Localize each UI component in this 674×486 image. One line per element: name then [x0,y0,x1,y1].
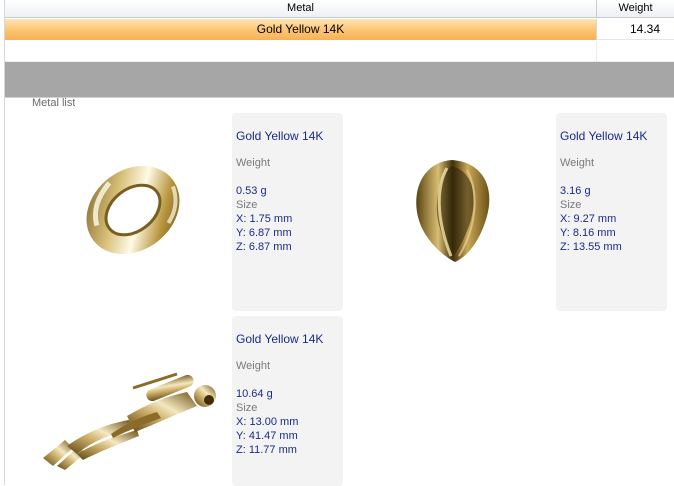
item-size-label: Size [236,402,258,414]
metal-grid: Metal Weight Gold Yellow 14K 14.34 [5,0,674,62]
item-weight: 3.16 g [560,185,591,197]
item-size-y: Y: 41.47 mm [236,430,298,442]
item-weight: 0.53 g [236,185,267,197]
table-row[interactable]: Gold Yellow 14K 14.34 [5,19,674,40]
item-image-pendant[interactable] [407,156,497,266]
column-header-metal[interactable]: Metal [5,0,597,18]
item-size-y: Y: 6.87 mm [236,227,292,239]
item-info-card[interactable]: Gold Yellow 14K Weight 3.16 g Size X: 9.… [556,113,667,311]
item-size-z: Z: 11.77 mm [236,444,297,456]
item-size-z: Z: 6.87 mm [236,241,292,253]
cell-metal[interactable]: Gold Yellow 14K [5,19,597,40]
item-weight-label: Weight [560,157,595,169]
item-metal: Gold Yellow 14K [560,129,648,143]
item-weight-label: Weight [236,360,271,372]
item-info-card[interactable]: Gold Yellow 14K Weight 10.64 g Size X: 1… [232,316,343,486]
item-metal: Gold Yellow 14K [236,332,324,346]
grid-header: Metal Weight [5,0,674,18]
item-size-y: Y: 8.16 mm [560,227,616,239]
item-size-z: Z: 13.55 mm [560,241,622,253]
metal-list-panel: Metal list Gold Yellow 14K Weight 0.53 g… [5,97,674,486]
item-size-label: Size [560,199,582,211]
ring-icon [86,165,180,255]
pendant-icon [416,160,490,262]
gray-band [5,62,674,97]
item-size-x: X: 9.27 mm [560,213,617,225]
item-metal: Gold Yellow 14K [236,129,324,143]
item-weight: 10.64 g [236,388,273,400]
empty-row [5,41,674,62]
panel-title: Metal list [32,98,76,109]
item-image-ring[interactable] [73,150,193,270]
item-size-x: X: 1.75 mm [236,213,293,225]
item-weight-label: Weight [236,157,271,169]
item-image-diver[interactable] [37,366,233,470]
item-size-x: X: 13.00 mm [236,416,299,428]
column-header-weight[interactable]: Weight [597,0,674,18]
item-info-card[interactable]: Gold Yellow 14K Weight 0.53 g Size X: 1.… [232,113,343,311]
cell-weight[interactable]: 14.34 [597,19,674,40]
column-divider [596,41,597,62]
item-size-label: Size [236,199,258,211]
diver-icon [43,372,216,470]
